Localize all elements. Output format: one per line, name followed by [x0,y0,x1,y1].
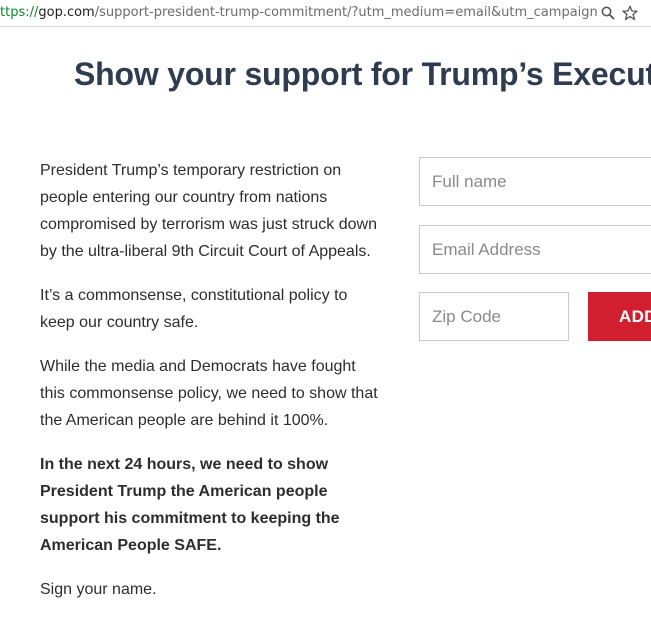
url-text[interactable]: ttps://gop.com/support-president-trump-c… [0,5,598,21]
paragraph-media: While the media and Democrats have fough… [40,358,378,429]
page-title: Show your support for Trump’s Executiv [74,56,651,92]
url-path: /support-president-trump-commitment/?utm… [94,5,598,20]
url-scheme: ttps:// [0,5,39,20]
full-name-field[interactable] [419,157,651,206]
magnifier-icon[interactable] [598,3,618,23]
paragraph-policy: It’s a commonsense, constitutional polic… [40,287,348,331]
paragraph-call-to-action: In the next 24 hours, we need to show Pr… [40,456,340,554]
bookmark-star-icon[interactable] [620,3,640,23]
url-host: gop.com [38,5,95,20]
page: ttps://gop.com/support-president-trump-c… [0,0,651,632]
paragraph-sign: Sign your name. [40,581,157,598]
email-field[interactable] [419,225,651,274]
add-name-button[interactable]: ADD [588,292,651,341]
petition-copy: President Trump’s temporary restriction … [40,157,380,620]
zip-code-field[interactable] [419,292,569,341]
address-bar[interactable]: ttps://gop.com/support-president-trump-c… [0,0,651,27]
paragraph-restriction: President Trump’s temporary restriction … [40,162,377,260]
